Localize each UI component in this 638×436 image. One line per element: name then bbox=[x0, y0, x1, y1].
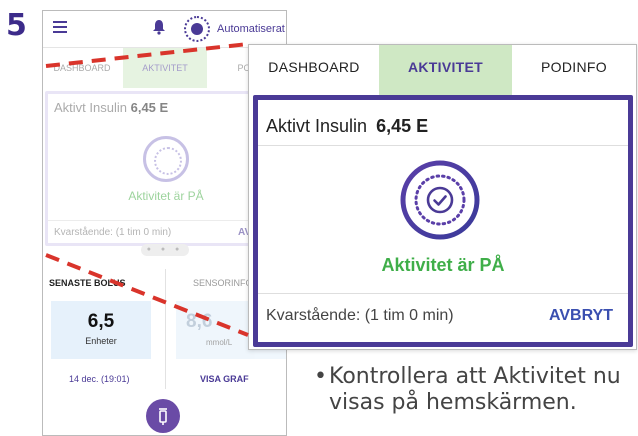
sensor-info-heading: SENSORINFO bbox=[193, 278, 253, 288]
last-bolus-unit: Enheter bbox=[85, 336, 117, 346]
zoom-tab-dashboard[interactable]: DASHBOARD bbox=[249, 45, 379, 95]
step-number: 5 bbox=[6, 8, 27, 43]
zoomed-activity-panel: DASHBOARD AKTIVITET PODINFO Aktivt Insul… bbox=[248, 44, 637, 350]
menu-icon[interactable] bbox=[53, 21, 67, 36]
zoom-tab-podinfo[interactable]: PODINFO bbox=[512, 45, 636, 95]
bolus-icon[interactable] bbox=[146, 399, 180, 433]
instruction-text: • Kontrollera att Aktivitet nu visas på … bbox=[314, 364, 621, 415]
tab-aktivitet[interactable]: AKTIVITET bbox=[123, 48, 207, 88]
divider bbox=[258, 293, 628, 294]
last-bolus-date: 14 dec. (19:01) bbox=[69, 374, 130, 384]
page-indicator: ● ● ● bbox=[141, 244, 189, 256]
show-graph-link[interactable]: VISA GRAF bbox=[200, 374, 249, 384]
zoom-active-insulin: Aktivt Insulin 6,45 E bbox=[266, 116, 429, 136]
last-bolus-value: 6,5 bbox=[87, 311, 115, 332]
zoom-tab-aktivitet[interactable]: AKTIVITET bbox=[379, 45, 512, 95]
zoom-activity-status: Aktivitet är PÅ bbox=[381, 255, 505, 275]
last-bolus-heading: SENASTE BOLUS bbox=[49, 278, 126, 288]
activity-check-icon bbox=[400, 160, 480, 240]
mode-label: Automatiserat bbox=[217, 23, 285, 35]
zoom-activity-card: Aktivt Insulin 6,45 E Aktivitet är PÅ Kv… bbox=[253, 95, 633, 347]
automated-mode-icon bbox=[184, 16, 210, 42]
bullet-icon: • bbox=[314, 364, 327, 389]
active-insulin-label: Aktivt Insulin 6,45 E bbox=[54, 100, 169, 115]
divider bbox=[165, 269, 166, 389]
activity-check-icon bbox=[143, 136, 189, 182]
last-bolus-box: 6,5 Enheter bbox=[51, 301, 151, 359]
zoom-cancel-button[interactable]: AVBRYT bbox=[549, 307, 613, 325]
zoom-remaining-time: Kvarstående: (1 tim 0 min) bbox=[266, 307, 454, 324]
bell-icon[interactable] bbox=[152, 19, 166, 35]
divider bbox=[258, 145, 628, 146]
zoom-tab-bar: DASHBOARD AKTIVITET PODINFO bbox=[249, 45, 636, 95]
top-bar: Automatiserat bbox=[43, 11, 286, 48]
tab-dashboard[interactable]: DASHBOARD bbox=[43, 48, 121, 88]
sensor-value: 8,6 bbox=[186, 311, 213, 332]
sensor-unit: mmol/L bbox=[206, 338, 233, 347]
